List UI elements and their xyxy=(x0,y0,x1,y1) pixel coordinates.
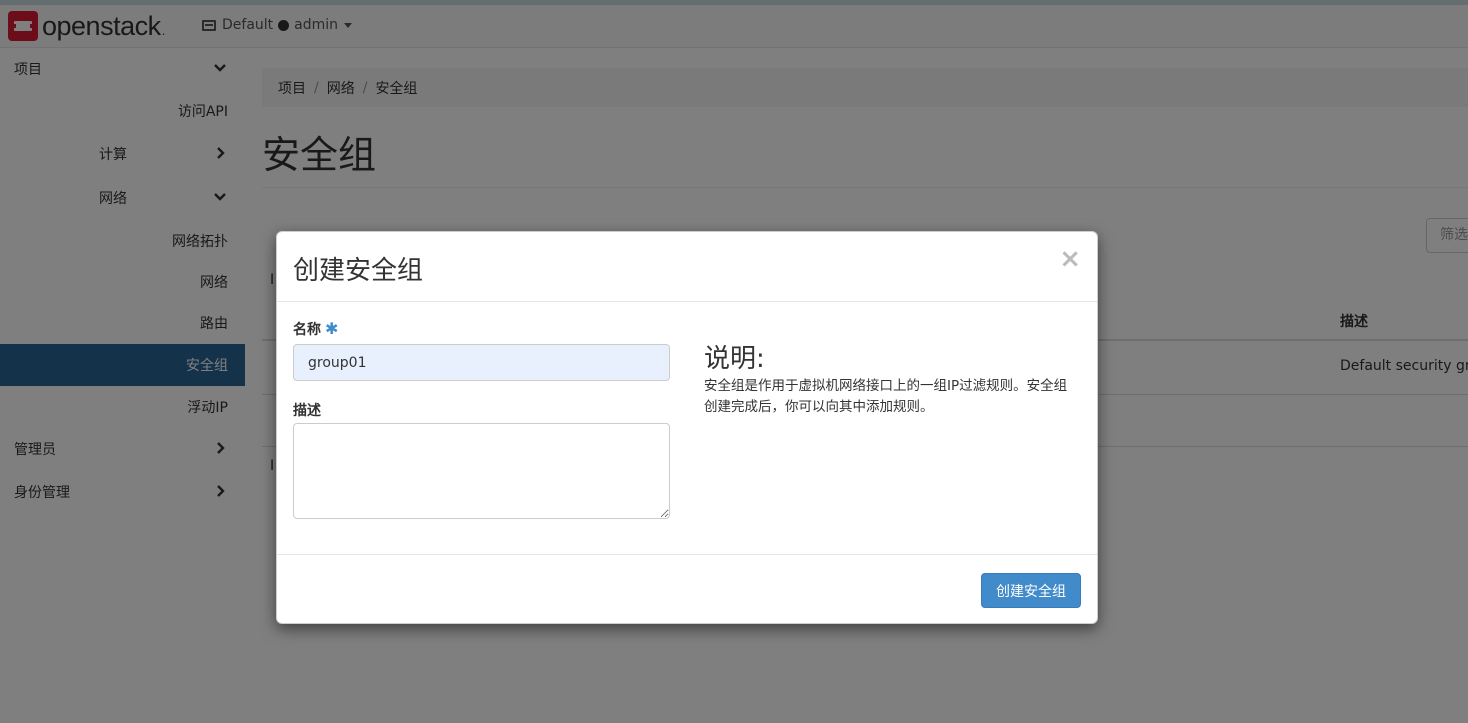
modal-footer: 创建安全组 xyxy=(277,554,1097,624)
modal-body: 名称✱ 描述 说明: 安全组是作用于虚拟机网络接口上的一组IP过滤规则。安全组创… xyxy=(277,302,1097,554)
modal-title: 创建安全组 xyxy=(293,256,424,286)
modal-header: 创建安全组 × xyxy=(277,232,1097,302)
name-input[interactable] xyxy=(293,344,670,381)
name-label-text: 名称 xyxy=(293,322,321,338)
help-title: 说明: xyxy=(704,344,765,374)
create-security-group-dialog: 创建安全组 × 名称✱ 描述 说明: 安全组是作用于虚拟机网络接口上的一组IP过… xyxy=(276,231,1098,624)
required-icon: ✱ xyxy=(325,319,339,338)
name-field-label: 名称 ✱ xyxy=(293,319,338,339)
help-text: 安全组是作用于虚拟机网络接口上的一组IP过滤规则。安全组创建完成后，你可以向其中… xyxy=(704,378,1068,415)
close-icon[interactable]: × xyxy=(1059,246,1081,272)
description-field-label: 描述 xyxy=(293,403,321,419)
description-textarea[interactable] xyxy=(293,423,670,519)
create-security-group-button[interactable]: 创建安全组 xyxy=(981,573,1081,608)
